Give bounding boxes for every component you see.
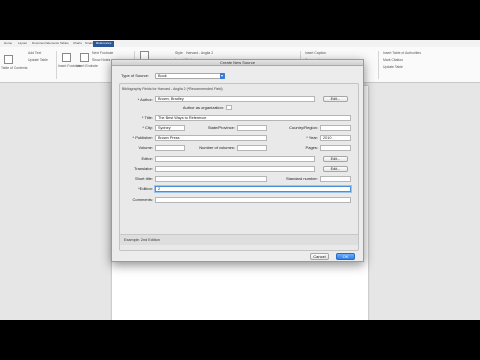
edition-label: *Edition:	[138, 186, 153, 191]
type-of-source-label: Type of Source:	[121, 73, 150, 78]
editor-field[interactable]	[155, 156, 315, 162]
chevron-down-icon	[220, 73, 225, 79]
title-label: * Title:	[141, 115, 153, 120]
volume-label: Volume:	[138, 145, 153, 150]
word-window: Home Layout Document Elements Tables Cha…	[0, 40, 480, 320]
mark-citation-button[interactable]: Mark Citation	[383, 58, 403, 62]
state-field[interactable]	[237, 125, 267, 131]
author-org-label: Author as organization:	[182, 105, 224, 110]
volume-field[interactable]	[155, 145, 185, 151]
standard-number-label: Standard number:	[285, 176, 318, 181]
pages-field[interactable]	[320, 145, 351, 151]
insert-toa-button[interactable]: Insert Table of Authorities	[383, 51, 421, 55]
table-of-contents-icon[interactable]	[4, 55, 13, 64]
add-text-button[interactable]: Add Text	[28, 51, 41, 55]
translator-edit-button[interactable]: Edit...	[323, 166, 348, 172]
standard-number-field[interactable]	[320, 176, 351, 182]
editor-label: Editor:	[141, 156, 153, 161]
next-footnote-button[interactable]: Next Footnote	[92, 51, 113, 55]
author-label: * Author:	[137, 97, 153, 102]
year-label: * Year:	[306, 135, 318, 140]
table-of-contents-button[interactable]: Table of Contents	[1, 66, 27, 70]
short-title-label: Short title:	[134, 176, 153, 181]
style-label: Style:	[175, 51, 184, 55]
insert-caption-button[interactable]: Insert Caption	[305, 51, 326, 55]
update-toa-button[interactable]: Update Table	[383, 65, 403, 69]
short-title-field[interactable]	[155, 176, 267, 182]
pages-label: Pages:	[305, 145, 318, 150]
author-edit-button[interactable]: Edit...	[323, 96, 348, 102]
translator-label: Translator:	[134, 166, 153, 171]
create-new-source-dialog: Create New Source Type of Source: Book B…	[111, 59, 364, 262]
ribbon-separator	[378, 51, 379, 79]
group-title: Bibliography Fields for Harvard - Anglia…	[122, 87, 223, 91]
author-org-checkbox[interactable]	[226, 105, 232, 110]
show-notes-button[interactable]: Show Notes	[92, 58, 110, 62]
country-field[interactable]	[320, 125, 351, 131]
state-label: State/Province:	[207, 125, 235, 130]
insert-endnote-button[interactable]: Insert Endnote	[76, 64, 98, 68]
publisher-field[interactable]: Brown Press	[155, 135, 267, 141]
ribbon-tab-bar: Home Layout Document Elements Tables Cha…	[0, 40, 480, 47]
example-hint: Example: 2nd Edition	[120, 234, 358, 245]
publisher-label: * Publisher:	[132, 135, 153, 140]
style-select[interactable]: Harvard - Anglia 2	[186, 51, 213, 55]
cancel-button[interactable]: Cancel	[310, 253, 329, 260]
num-volumes-label: Number of volumes:	[199, 145, 235, 150]
city-label: * City:	[142, 125, 153, 130]
type-of-source-value: Book	[158, 74, 167, 78]
translator-field[interactable]	[155, 166, 315, 172]
title-field[interactable]: The Best Ways to Reference	[155, 115, 351, 121]
ok-button[interactable]: OK	[336, 253, 355, 260]
edition-field[interactable]: 2	[155, 186, 351, 192]
insert-endnote-icon[interactable]	[80, 53, 89, 62]
insert-footnote-icon[interactable]	[62, 53, 71, 62]
num-volumes-field[interactable]	[237, 145, 267, 151]
type-of-source-select[interactable]: Book	[155, 73, 225, 79]
update-table-button[interactable]: Update Table	[28, 58, 48, 62]
country-label: Country/Region:	[289, 125, 318, 130]
comments-label: Comments:	[132, 197, 153, 202]
author-field[interactable]: Brown, Bradley	[155, 96, 315, 102]
ribbon-separator	[56, 51, 57, 79]
dialog-title: Create New Source	[112, 60, 363, 66]
year-field[interactable]: 2010	[320, 135, 351, 141]
comments-field[interactable]	[155, 197, 351, 203]
city-field[interactable]: Sydney	[155, 125, 185, 131]
editor-edit-button[interactable]: Edit...	[323, 156, 348, 162]
